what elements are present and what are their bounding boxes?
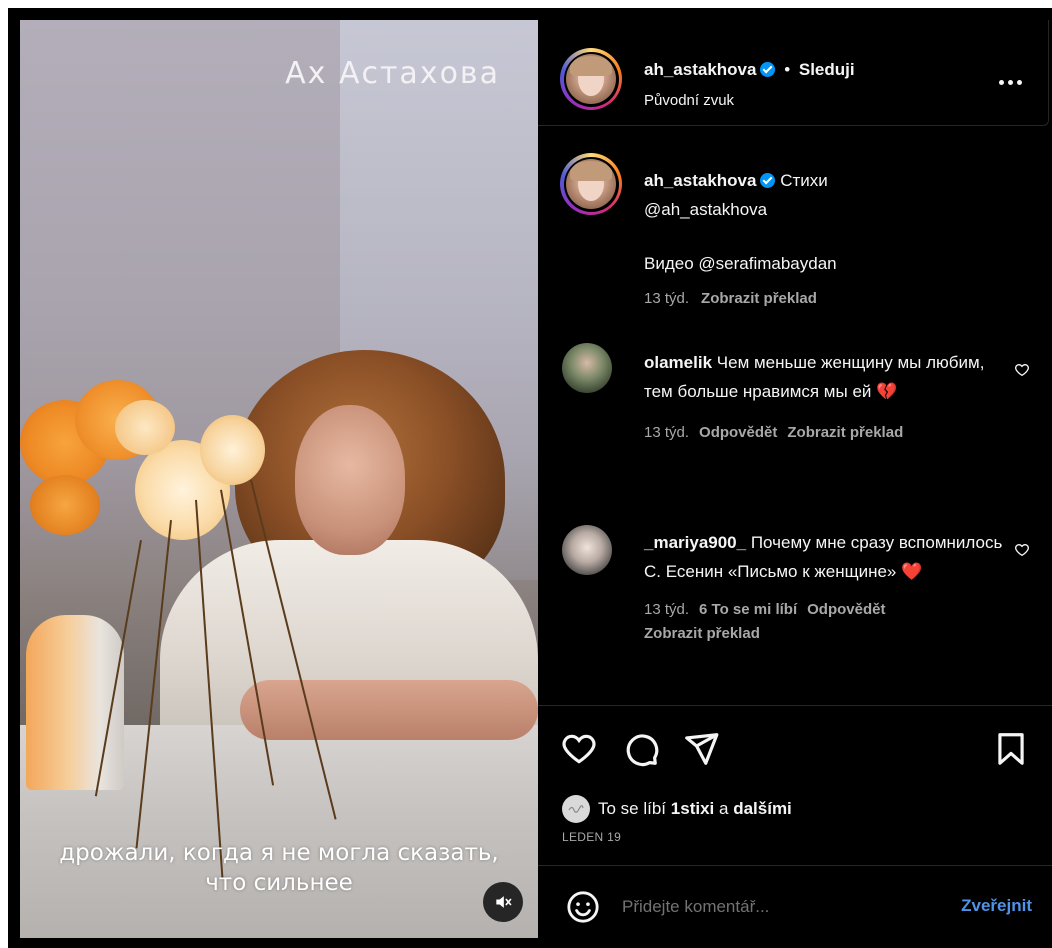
video-subtitle-line1: дрожали, когда я не могла сказать, bbox=[59, 840, 499, 866]
reply-link[interactable]: Odpovědět bbox=[699, 424, 777, 441]
video-subtitle-line2: что сильнее bbox=[205, 870, 353, 896]
comment-icon[interactable] bbox=[622, 730, 660, 768]
liker-avatar[interactable] bbox=[562, 795, 590, 823]
video-player[interactable]: Ах Астахова дрожали, когда я не могла ск… bbox=[20, 20, 538, 938]
likes-summary: To se líbí 1stixi a dalšími bbox=[562, 795, 792, 823]
likes-joiner: a bbox=[719, 799, 729, 818]
comment-input[interactable] bbox=[620, 896, 924, 918]
likes-prefix: To se líbí bbox=[598, 799, 667, 818]
post-caption: ah_astakhova Стихи @ah_astakhova Видео @… bbox=[644, 166, 1024, 313]
bookmark-icon[interactable] bbox=[992, 730, 1030, 768]
post-modal: Ах Астахова дрожали, когда я не могла ск… bbox=[8, 8, 1052, 948]
comment-age: 13 týd. bbox=[644, 601, 690, 618]
mute-button[interactable] bbox=[483, 882, 523, 922]
share-icon[interactable] bbox=[682, 730, 720, 768]
caption-text-line1: Стихи bbox=[780, 171, 828, 190]
comment-likes-link[interactable]: 6 To se mi líbí bbox=[699, 601, 797, 618]
post-header: ah_astakhova • Sleduji Původní zvuk bbox=[538, 20, 1049, 126]
caption-avatar[interactable] bbox=[560, 153, 622, 215]
comment-age: 13 týd. bbox=[644, 424, 690, 441]
caption-age: 13 týd. bbox=[644, 290, 690, 307]
caption-translate-link[interactable]: Zobrazit překlad bbox=[701, 290, 817, 307]
comment-avatar[interactable] bbox=[562, 343, 612, 393]
post-date: LEDEN 19 bbox=[562, 830, 622, 844]
author-username[interactable]: ah_astakhova bbox=[644, 60, 756, 79]
comment-username[interactable]: olamelik bbox=[644, 353, 712, 372]
emoji-icon[interactable] bbox=[566, 890, 600, 924]
video-overlay-title: Ах Астахова bbox=[285, 56, 500, 91]
reply-link[interactable]: Odpovědět bbox=[807, 601, 885, 618]
header-separator: • bbox=[784, 60, 791, 79]
caption-mention[interactable]: @ah_astakhova bbox=[644, 195, 1024, 224]
verified-icon bbox=[760, 173, 776, 188]
translate-link[interactable]: Zobrazit překlad bbox=[644, 625, 760, 642]
comment-item: _mariya900_ Почему мне сразу вспомнилось… bbox=[644, 528, 1004, 646]
comment-username[interactable]: _mariya900_ bbox=[644, 533, 746, 552]
liker-username[interactable]: 1stixi bbox=[671, 799, 714, 818]
author-avatar[interactable] bbox=[560, 48, 622, 110]
like-comment-heart-icon[interactable] bbox=[1014, 542, 1030, 558]
post-comment-button[interactable]: Zveřejnit bbox=[961, 896, 1032, 916]
heart-icon[interactable] bbox=[560, 730, 598, 768]
post-details-panel: ah_astakhova • Sleduji Původní zvuk ah_a… bbox=[538, 20, 1052, 938]
audio-link[interactable]: Původní zvuk bbox=[644, 92, 734, 109]
likes-others-link[interactable]: dalšími bbox=[733, 799, 792, 818]
verified-icon bbox=[760, 62, 776, 77]
following-button[interactable]: Sleduji bbox=[799, 60, 855, 79]
like-comment-heart-icon[interactable] bbox=[1014, 362, 1030, 378]
more-icon[interactable] bbox=[999, 80, 1022, 85]
mute-icon bbox=[496, 896, 512, 908]
caption-text-line3: Видео @serafimabaydan bbox=[644, 254, 837, 273]
caption-username[interactable]: ah_astakhova bbox=[644, 171, 756, 190]
comment-avatar[interactable] bbox=[562, 525, 612, 575]
comment-item: olamelik Чем меньше женщину мы любим, те… bbox=[644, 348, 1004, 447]
translate-link[interactable]: Zobrazit překlad bbox=[787, 424, 903, 441]
vase-image bbox=[26, 615, 124, 790]
